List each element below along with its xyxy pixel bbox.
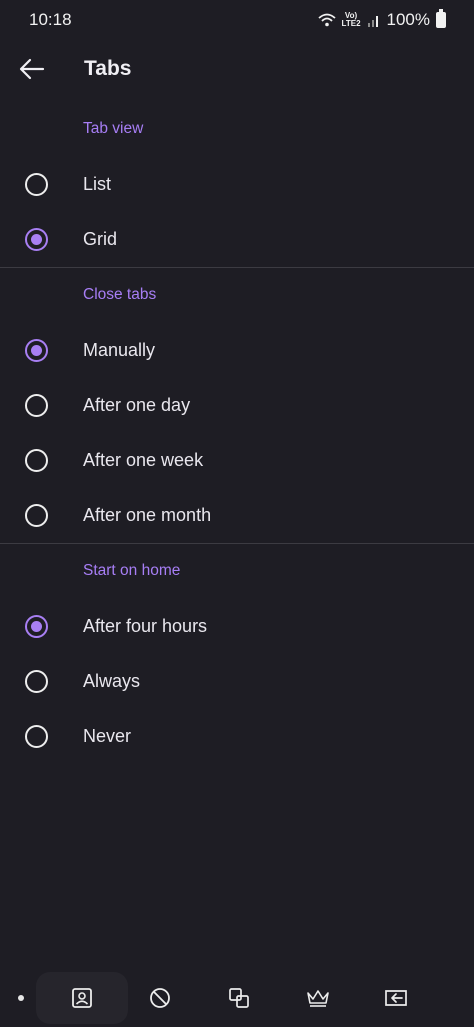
option-label: After one day <box>83 395 191 415</box>
radio-button[interactable] <box>25 394 48 417</box>
battery-percent: 100% <box>386 10 430 29</box>
app-bar: Tabs <box>0 40 474 98</box>
back-button[interactable] <box>16 54 48 84</box>
network-type: Vo) LTE2 <box>342 12 361 28</box>
nav-indicator-dot <box>18 995 24 1001</box>
option-after-one-month[interactable]: After one month <box>0 488 474 543</box>
status-bar: 10:18 Vo) LTE2 100% <box>0 0 474 40</box>
radio-button[interactable] <box>25 228 48 251</box>
crown-icon <box>307 990 329 1007</box>
option-label: Never <box>83 726 132 746</box>
option-list[interactable]: List <box>0 157 474 212</box>
option-label: After one month <box>83 505 212 525</box>
status-icons: Vo) LTE2 100% <box>317 9 446 30</box>
settings-screen: 10:18 Vo) LTE2 100% Tabs Tab view List G… <box>0 0 474 1027</box>
radio-button[interactable] <box>25 504 48 527</box>
option-after-one-day[interactable]: After one day <box>0 378 474 433</box>
status-time: 10:18 <box>29 10 72 29</box>
option-never[interactable]: Never <box>0 709 474 764</box>
nav-exit-button[interactable] <box>350 972 442 1024</box>
divider <box>0 543 474 544</box>
network-lte-label: LTE2 <box>341 19 361 28</box>
radio-button[interactable] <box>25 725 48 748</box>
option-manually[interactable]: Manually <box>0 323 474 378</box>
copy-tabs-icon <box>229 988 249 1008</box>
wifi-icon <box>317 13 336 27</box>
radio-button[interactable] <box>25 449 48 472</box>
signal-icon <box>367 16 378 27</box>
radio-button[interactable] <box>25 339 48 362</box>
page-title: Tabs <box>84 57 132 80</box>
arrow-left-icon <box>19 58 45 80</box>
option-label: Always <box>83 671 141 691</box>
block-icon <box>150 988 170 1008</box>
option-label: List <box>83 174 112 194</box>
section-header: Tab view <box>83 120 144 137</box>
divider <box>0 267 474 268</box>
exit-to-screen-icon <box>385 990 407 1006</box>
bottom-navigation <box>0 970 474 1027</box>
option-label: After one week <box>83 450 204 470</box>
option-always[interactable]: Always <box>0 654 474 709</box>
option-label: Grid <box>83 229 118 249</box>
contact-card-icon <box>72 988 92 1008</box>
battery-icon <box>436 9 446 28</box>
option-after-one-week[interactable]: After one week <box>0 433 474 488</box>
option-after-four-hours[interactable]: After four hours <box>0 599 474 654</box>
radio-button[interactable] <box>25 615 48 638</box>
section-header: Close tabs <box>83 286 157 303</box>
option-label: After four hours <box>83 616 208 636</box>
section-header: Start on home <box>83 562 181 579</box>
option-grid[interactable]: Grid <box>0 212 474 267</box>
radio-button[interactable] <box>25 670 48 693</box>
radio-button[interactable] <box>25 173 48 196</box>
option-label: Manually <box>83 340 156 360</box>
